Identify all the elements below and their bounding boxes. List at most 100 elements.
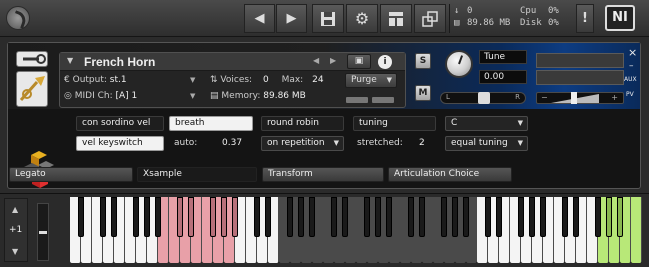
level-meter-left bbox=[536, 53, 624, 68]
mute-button[interactable]: M bbox=[415, 85, 431, 101]
black-key[interactable] bbox=[154, 197, 162, 237]
pan-left-label: L bbox=[446, 93, 450, 101]
black-key[interactable] bbox=[462, 197, 470, 237]
pan-handle[interactable] bbox=[478, 92, 490, 104]
black-key[interactable] bbox=[209, 197, 217, 237]
mod-wheel[interactable] bbox=[37, 203, 49, 261]
purge-menu[interactable]: Purge ▼ bbox=[345, 73, 397, 88]
black-key[interactable] bbox=[297, 197, 305, 237]
settings-button[interactable]: ⚙ bbox=[346, 4, 378, 33]
black-key[interactable] bbox=[253, 197, 261, 237]
tab-xsample[interactable]: Xsample bbox=[137, 167, 257, 182]
pv-button[interactable]: PV bbox=[626, 91, 634, 98]
black-key[interactable] bbox=[605, 197, 613, 237]
black-key[interactable] bbox=[517, 197, 525, 237]
repetition-menu[interactable]: on repetition ▼ bbox=[261, 136, 344, 151]
black-key[interactable] bbox=[385, 197, 393, 237]
vel-keyswitch-button[interactable]: vel keyswitch bbox=[76, 136, 164, 151]
purge-indicator-2 bbox=[372, 97, 394, 103]
black-key[interactable] bbox=[407, 197, 415, 237]
black-key[interactable] bbox=[220, 197, 228, 237]
next-snapshot-icon[interactable]: ▶ bbox=[330, 56, 336, 65]
midi-dropdown-icon[interactable]: ▼ bbox=[190, 92, 195, 100]
output-dropdown-icon[interactable]: ▼ bbox=[190, 76, 195, 84]
chevron-left-icon: ◀ bbox=[254, 11, 265, 26]
black-key[interactable] bbox=[143, 197, 151, 237]
black-key[interactable] bbox=[77, 197, 85, 237]
output-value[interactable]: st.1 bbox=[110, 75, 127, 85]
kontakt-logo-icon[interactable] bbox=[6, 6, 30, 30]
collapse-arrow-icon[interactable]: ▼ bbox=[67, 56, 73, 65]
black-key[interactable] bbox=[330, 197, 338, 237]
black-key[interactable] bbox=[363, 197, 371, 237]
prev-snapshot-icon[interactable]: ◀ bbox=[313, 56, 319, 65]
black-key[interactable] bbox=[374, 197, 382, 237]
instrument-icon[interactable] bbox=[16, 71, 48, 107]
voices-icon: ⇅ bbox=[210, 75, 218, 85]
close-instrument-button[interactable]: × bbox=[628, 46, 637, 59]
info-button[interactable]: i bbox=[378, 55, 392, 69]
black-key[interactable] bbox=[341, 197, 349, 237]
aux-button[interactable]: AUX bbox=[624, 76, 637, 83]
black-key[interactable] bbox=[561, 197, 569, 237]
auto-value[interactable]: 0.37 bbox=[222, 138, 242, 148]
auto-label: auto: bbox=[174, 138, 198, 148]
prev-instrument-button[interactable]: ◀ bbox=[244, 4, 275, 33]
white-key[interactable] bbox=[631, 197, 642, 263]
black-key[interactable] bbox=[264, 197, 272, 237]
volume-handle[interactable] bbox=[571, 92, 577, 104]
key-menu[interactable]: C ▼ bbox=[445, 116, 528, 131]
black-key[interactable] bbox=[176, 197, 184, 237]
octave-up-button[interactable]: ▲ bbox=[12, 205, 18, 214]
black-key[interactable] bbox=[187, 197, 195, 237]
black-key[interactable] bbox=[572, 197, 580, 237]
tuning-button[interactable]: tuning bbox=[353, 116, 436, 131]
purge-label: Purge bbox=[351, 75, 377, 85]
black-key[interactable] bbox=[616, 197, 624, 237]
black-key[interactable] bbox=[484, 197, 492, 237]
output-label: Output: bbox=[72, 75, 107, 85]
tab-articulation-choice[interactable]: Articulation Choice bbox=[388, 167, 512, 182]
tuning-menu[interactable]: equal tuning ▼ bbox=[445, 136, 528, 151]
piano-keyboard[interactable] bbox=[70, 197, 642, 263]
black-key[interactable] bbox=[231, 197, 239, 237]
round-robin-button[interactable]: round robin bbox=[261, 116, 344, 131]
black-key[interactable] bbox=[110, 197, 118, 237]
black-key[interactable] bbox=[451, 197, 459, 237]
black-key[interactable] bbox=[286, 197, 294, 237]
black-key[interactable] bbox=[528, 197, 536, 237]
instrument-name[interactable]: French Horn bbox=[84, 55, 155, 69]
octave-down-button[interactable]: ▼ bbox=[12, 247, 18, 256]
black-key[interactable] bbox=[308, 197, 316, 237]
snapshot-button[interactable]: ▣ bbox=[347, 54, 371, 69]
ni-logo[interactable]: NI bbox=[605, 5, 635, 31]
tune-value[interactable]: 0.00 bbox=[479, 70, 527, 84]
con-sordino-vel-button[interactable]: con sordino vel bbox=[76, 116, 164, 131]
max-voices-value[interactable]: 24 bbox=[312, 75, 323, 85]
black-key[interactable] bbox=[440, 197, 448, 237]
mute-label: M bbox=[418, 88, 428, 98]
resize-button[interactable] bbox=[414, 4, 446, 33]
black-key[interactable] bbox=[99, 197, 107, 237]
black-key[interactable] bbox=[132, 197, 140, 237]
next-instrument-button[interactable]: ▶ bbox=[276, 4, 307, 33]
gear-icon: ⚙ bbox=[354, 9, 370, 28]
wrench-button[interactable] bbox=[16, 51, 48, 67]
black-key[interactable] bbox=[594, 197, 602, 237]
minimize-instrument-button[interactable]: – bbox=[629, 61, 634, 71]
stretched-value[interactable]: 2 bbox=[419, 138, 425, 148]
solo-button[interactable]: S bbox=[415, 53, 431, 69]
black-key[interactable] bbox=[539, 197, 547, 237]
black-key[interactable] bbox=[495, 197, 503, 237]
midi-channel-value[interactable]: [A] 1 bbox=[116, 91, 138, 101]
alert-button[interactable]: ! bbox=[576, 4, 594, 33]
pan-slider[interactable]: L R bbox=[440, 92, 526, 104]
tab-legato[interactable]: Legato bbox=[9, 167, 133, 182]
view-button[interactable] bbox=[380, 4, 412, 33]
tab-transform[interactable]: Transform bbox=[262, 167, 384, 182]
save-button[interactable] bbox=[312, 4, 344, 33]
breath-button[interactable]: breath bbox=[169, 116, 253, 131]
black-key[interactable] bbox=[418, 197, 426, 237]
volume-slider[interactable]: − + bbox=[536, 92, 624, 104]
tune-knob[interactable] bbox=[445, 50, 473, 78]
